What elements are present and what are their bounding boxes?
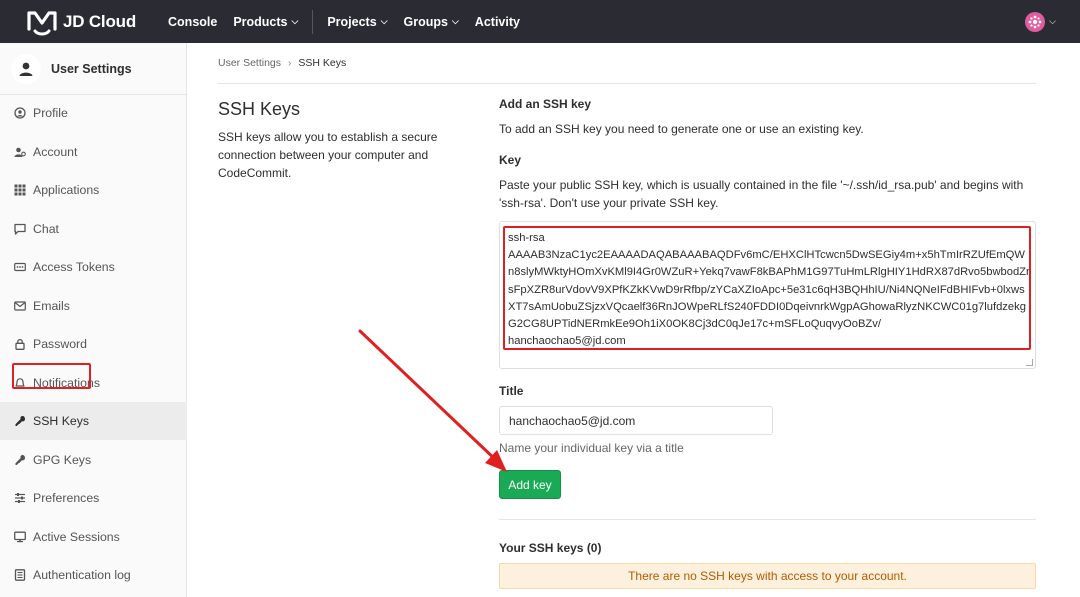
user-menu[interactable]: ⌵ xyxy=(1025,0,1056,43)
sidebar-item-preferences[interactable]: Preferences xyxy=(0,479,187,517)
nav-activity-label: Activity xyxy=(474,14,520,29)
sidebar-item-label: Account xyxy=(33,145,78,159)
sidebar-item-gpg-keys[interactable]: GPG Keys xyxy=(0,441,187,479)
sidebar-item-applications[interactable]: Applications xyxy=(0,171,187,209)
form-intro: To add an SSH key you need to generate o… xyxy=(499,122,864,136)
add-key-button[interactable]: Add key xyxy=(499,470,561,499)
sidebar-item-active-sessions[interactable]: Active Sessions xyxy=(0,518,187,556)
sidebar-item-profile[interactable]: Profile xyxy=(0,94,187,132)
sidebar-item-label: Emails xyxy=(33,299,70,313)
title-input[interactable] xyxy=(499,406,773,435)
user-icon xyxy=(11,53,41,84)
key-label: Key xyxy=(499,153,522,167)
user-avatar[interactable] xyxy=(1025,11,1046,32)
breadcrumb-separator: › xyxy=(288,57,292,69)
sidebar-item-access-tokens[interactable]: Access Tokens xyxy=(0,248,187,286)
sidebar-item-label: Applications xyxy=(33,183,100,197)
jdcloud-logo-icon xyxy=(27,10,57,35)
sidebar-item-label: Preferences xyxy=(33,491,100,505)
ssh-keys-heading: Your SSH keys (0) xyxy=(499,541,602,555)
form-title: Add an SSH key xyxy=(499,97,592,111)
account-icon xyxy=(13,146,26,159)
sidebar-header: User Settings xyxy=(0,43,186,95)
nav-console[interactable]: Console xyxy=(168,15,217,29)
settings-sidebar: User Settings Profile Account Applicatio… xyxy=(0,43,187,597)
chevron-down-icon: ⌵ xyxy=(1049,16,1056,26)
profile-icon xyxy=(13,107,26,120)
sidebar-item-label: SSH Keys xyxy=(33,414,90,428)
chat-icon xyxy=(13,223,26,236)
key-textarea[interactable]: ssh-rsa AAAAB3NzaC1yc2EAAAADAQABAAABAQDF… xyxy=(499,221,1036,369)
main-nav: Console Products ⌵ Projects ⌵ Groups ⌵ Acti… xyxy=(168,0,536,43)
sidebar-item-label: Chat xyxy=(33,222,59,236)
nav-groups-label: Groups xyxy=(403,14,448,29)
title-help-text: Name your individual key via a title xyxy=(499,441,684,455)
sidebar-item-label: Active Sessions xyxy=(33,530,120,544)
nav-products-label: Products xyxy=(233,14,288,29)
applications-icon xyxy=(13,184,26,197)
nav-divider xyxy=(312,9,314,34)
sidebar-item-label: GPG Keys xyxy=(33,453,92,467)
breadcrumb: User Settings › SSH Keys xyxy=(218,57,346,69)
emails-icon xyxy=(13,300,26,313)
log-icon xyxy=(13,569,26,582)
header-divider xyxy=(218,83,1036,84)
monitor-icon xyxy=(13,531,26,544)
brand-name: JD Cloud xyxy=(63,11,137,31)
nav-projects-label: Projects xyxy=(327,14,377,29)
nav-projects[interactable]: Projects ⌵ xyxy=(327,15,387,29)
page-title: SSH Keys xyxy=(218,99,301,119)
empty-keys-alert: There are no SSH keys with access to you… xyxy=(499,563,1036,589)
breadcrumb-current: SSH Keys xyxy=(298,57,347,69)
nav-console-label: Console xyxy=(168,14,218,29)
breadcrumb-parent[interactable]: User Settings xyxy=(218,57,281,69)
sidebar-item-emails[interactable]: Emails xyxy=(0,287,187,325)
title-label: Title xyxy=(499,384,524,398)
section-divider xyxy=(499,519,1036,520)
key-icon xyxy=(13,454,26,467)
sidebar-item-label: Profile xyxy=(33,106,68,120)
sidebar-item-label: Access Tokens xyxy=(33,260,115,274)
chevron-down-icon: ⌵ xyxy=(291,16,299,26)
sliders-icon xyxy=(13,492,26,505)
access-tokens-icon xyxy=(13,261,26,274)
sidebar-item-password[interactable]: Password xyxy=(0,325,187,363)
empty-keys-message: There are no SSH keys with access to you… xyxy=(628,569,907,583)
sidebar-title: User Settings xyxy=(51,61,132,76)
sidebar-item-label: Password xyxy=(33,337,87,351)
page-description: SSH keys allow you to establish a secure… xyxy=(218,130,438,180)
sidebar-item-authentication-log[interactable]: Authentication log xyxy=(0,556,187,594)
chevron-down-icon: ⌵ xyxy=(451,16,459,26)
nav-products[interactable]: Products ⌵ xyxy=(233,15,298,29)
chevron-down-icon: ⌵ xyxy=(380,16,388,26)
logo[interactable]: JD Cloud xyxy=(26,0,136,43)
nav-groups[interactable]: Groups ⌵ xyxy=(404,15,459,29)
sidebar-item-label: Authentication log xyxy=(33,568,131,582)
resize-handle-icon[interactable] xyxy=(1026,359,1033,366)
key-icon xyxy=(13,415,26,428)
key-help-text: Paste your public SSH key, which is usua… xyxy=(499,178,1024,210)
avatar-pattern-icon xyxy=(1028,15,1042,28)
annotation-highlight-ssh-keys xyxy=(12,363,91,389)
sidebar-item-account[interactable]: Account xyxy=(0,133,187,171)
sidebar-item-ssh-keys[interactable]: SSH Keys xyxy=(0,402,187,440)
sidebar-item-chat[interactable]: Chat xyxy=(0,210,187,248)
lock-icon xyxy=(13,338,26,351)
annotation-highlight-key xyxy=(503,226,1031,350)
nav-activity[interactable]: Activity xyxy=(475,15,520,29)
top-navbar: JD Cloud Console Products ⌵ Projects ⌵ Gro… xyxy=(0,0,1080,43)
